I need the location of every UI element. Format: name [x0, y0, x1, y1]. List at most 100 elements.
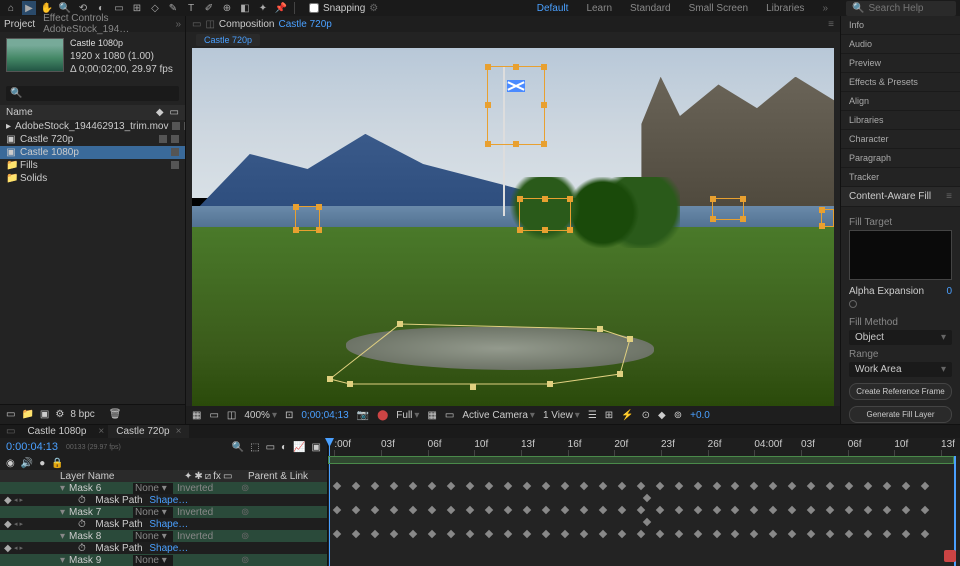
view-opt-icon[interactable]: ☰ — [588, 410, 597, 421]
selection-box-van[interactable] — [712, 198, 744, 219]
layer-icon[interactable]: ◫ — [205, 19, 214, 30]
mask-property-row[interactable]: ◆◂ ▸⏱ Mask PathShape… — [0, 518, 327, 530]
create-reference-frame-button[interactable]: Create Reference Frame — [849, 383, 952, 400]
panel-menu-icon[interactable]: ≡ — [828, 19, 834, 30]
type-col-icon[interactable]: ▭ — [170, 107, 179, 118]
panel-tracker[interactable]: Tracker — [841, 168, 960, 187]
panel-preview[interactable]: Preview — [841, 54, 960, 73]
generate-fill-layer-button[interactable]: Generate Fill Layer — [849, 406, 952, 423]
current-timecode[interactable]: 0:00:04:13 — [6, 441, 58, 453]
selection-box-flag[interactable] — [487, 66, 545, 145]
render-queue-icon[interactable]: ▭ — [6, 426, 15, 437]
res-icon[interactable]: ⊡ — [285, 410, 293, 421]
panel-menu-icon[interactable]: » — [175, 19, 181, 30]
graph-icon[interactable]: 📈 — [293, 442, 305, 453]
flowchart-icon[interactable]: ▭ — [192, 19, 201, 30]
eraser-tool-icon[interactable]: ◧ — [238, 1, 252, 15]
mask-icon[interactable]: ◫ — [227, 410, 236, 421]
search-icon[interactable]: 🔍 — [232, 442, 244, 453]
alpha-expansion-value[interactable]: 0 — [946, 286, 952, 297]
panel-align[interactable]: Align — [841, 92, 960, 111]
switch-col-icon[interactable]: ✦ — [184, 471, 192, 482]
fill-method-dropdown[interactable]: Object▾ — [849, 330, 952, 345]
settings-icon[interactable]: ⚙ — [55, 409, 64, 420]
timeline-tab-720p[interactable]: Castle 720p× — [108, 425, 189, 438]
record-button[interactable] — [944, 550, 956, 562]
tab-close-icon[interactable]: × — [98, 426, 104, 437]
alpha-radio[interactable] — [849, 300, 857, 308]
search-input[interactable] — [868, 3, 958, 14]
timeline-icon[interactable]: ⊙ — [642, 410, 650, 421]
frame-blend-icon[interactable]: ▭ — [266, 442, 275, 453]
keyframe-track[interactable] — [328, 480, 960, 492]
resolution-dropdown[interactable]: Full▾ — [396, 410, 419, 421]
timeline-tab-1080p[interactable]: Castle 1080p — [19, 425, 94, 438]
selection-box-right[interactable] — [821, 209, 834, 227]
panel-audio[interactable]: Audio — [841, 35, 960, 54]
exposure-value[interactable]: +0.0 — [690, 410, 710, 421]
brush-tool-icon[interactable]: ✐ — [202, 1, 216, 15]
project-header-name[interactable]: Name — [6, 107, 33, 118]
puppet-tool-icon[interactable]: 📌 — [274, 1, 288, 15]
workspace-small-screen[interactable]: Small Screen — [683, 1, 754, 16]
layer-name-header[interactable]: Layer Name — [60, 471, 180, 482]
draft3d-icon[interactable]: ▣ — [312, 442, 321, 453]
new-comp-icon[interactable]: ▣ — [40, 409, 49, 420]
guides-icon[interactable]: ▭ — [209, 410, 218, 421]
flowchart-icon[interactable]: ◆ — [658, 410, 666, 421]
workspace-standard[interactable]: Standard — [624, 1, 677, 16]
workspace-libraries[interactable]: Libraries — [760, 1, 810, 16]
keyframe-track[interactable] — [328, 528, 960, 540]
keyframe-track[interactable] — [328, 504, 960, 516]
interpret-icon[interactable]: ▭ — [6, 409, 15, 420]
panel-libraries[interactable]: Libraries — [841, 111, 960, 130]
composition-thumbnail[interactable] — [6, 38, 64, 72]
snapping-checkbox[interactable] — [309, 3, 319, 13]
mask-row[interactable]: ▾Mask 7None ▾Inverted⊚ — [0, 506, 327, 518]
mask-path-rocks[interactable] — [320, 324, 673, 396]
project-item[interactable]: ▸AdobeStock_194462913_trim.mov — [0, 120, 185, 133]
composition-viewer[interactable] — [192, 48, 834, 406]
project-item[interactable]: 📁Solids — [0, 172, 185, 185]
panel-info[interactable]: Info — [841, 16, 960, 35]
mask-row[interactable]: ▾Mask 6None ▾Inverted⊚ — [0, 482, 327, 494]
snapping-toggle[interactable]: Snapping ⚙ — [309, 3, 378, 14]
mask-property-row[interactable]: ◆◂ ▸⏱ Mask PathShape… — [0, 494, 327, 506]
type-tool-icon[interactable]: T — [184, 1, 198, 15]
content-aware-fill-header[interactable]: Content-Aware Fill ≡ — [841, 187, 960, 207]
timeline-tracks[interactable]: :00f03f06f10f13f16f20f23f26f04:00f03f06f… — [328, 438, 960, 566]
time-ruler[interactable]: :00f03f06f10f13f16f20f23f26f04:00f03f06f… — [328, 438, 960, 456]
selection-box-left[interactable] — [295, 206, 321, 231]
lock-icon[interactable]: 🔒 — [51, 458, 63, 469]
av-toggle-icon[interactable]: ◉ — [6, 458, 15, 469]
mask-row[interactable]: ▾Mask 8None ▾Inverted⊚ — [0, 530, 327, 542]
snapping-options-icon[interactable]: ⚙ — [369, 3, 378, 14]
keyframe-track[interactable] — [328, 540, 960, 552]
channel-icon[interactable]: ⬤ — [377, 410, 388, 421]
clone-tool-icon[interactable]: ⊕ — [220, 1, 234, 15]
selection-tool-icon[interactable]: ▶ — [22, 1, 36, 15]
bpc-indicator[interactable]: 8 bpc — [70, 409, 94, 420]
grid-icon[interactable]: ▦ — [192, 410, 201, 421]
workspace-default[interactable]: Default — [531, 1, 575, 16]
panel-character[interactable]: Character — [841, 130, 960, 149]
views-dropdown[interactable]: 1 View▾ — [543, 410, 580, 421]
audio-icon[interactable]: 🔊 — [21, 458, 33, 469]
shy-icon[interactable]: ⬚ — [250, 442, 259, 453]
project-item[interactable]: ▣Castle 720p — [0, 133, 185, 146]
keyframe-track[interactable] — [328, 468, 960, 480]
parent-header[interactable]: Parent & Link — [248, 471, 308, 482]
motion-blur-icon[interactable]: ◐ — [281, 442, 287, 453]
viewer-timecode[interactable]: 0;00;04;13 — [301, 410, 348, 421]
folder-icon[interactable]: 📁 — [21, 409, 33, 420]
zoom-dropdown[interactable]: 400%▾ — [244, 410, 277, 421]
panel-menu-icon[interactable]: ≡ — [946, 191, 952, 202]
camera-dropdown[interactable]: Active Camera▾ — [462, 410, 535, 421]
pen-tool-icon[interactable]: ✎ — [166, 1, 180, 15]
active-comp-tab[interactable]: Castle 720p — [196, 34, 260, 46]
search-help[interactable]: 🔍 — [846, 1, 956, 16]
keyframe-track[interactable] — [328, 492, 960, 504]
workspace-learn[interactable]: Learn — [580, 1, 618, 16]
project-item[interactable]: ▣Castle 1080p — [0, 146, 185, 159]
tab-project[interactable]: Project — [4, 19, 35, 30]
